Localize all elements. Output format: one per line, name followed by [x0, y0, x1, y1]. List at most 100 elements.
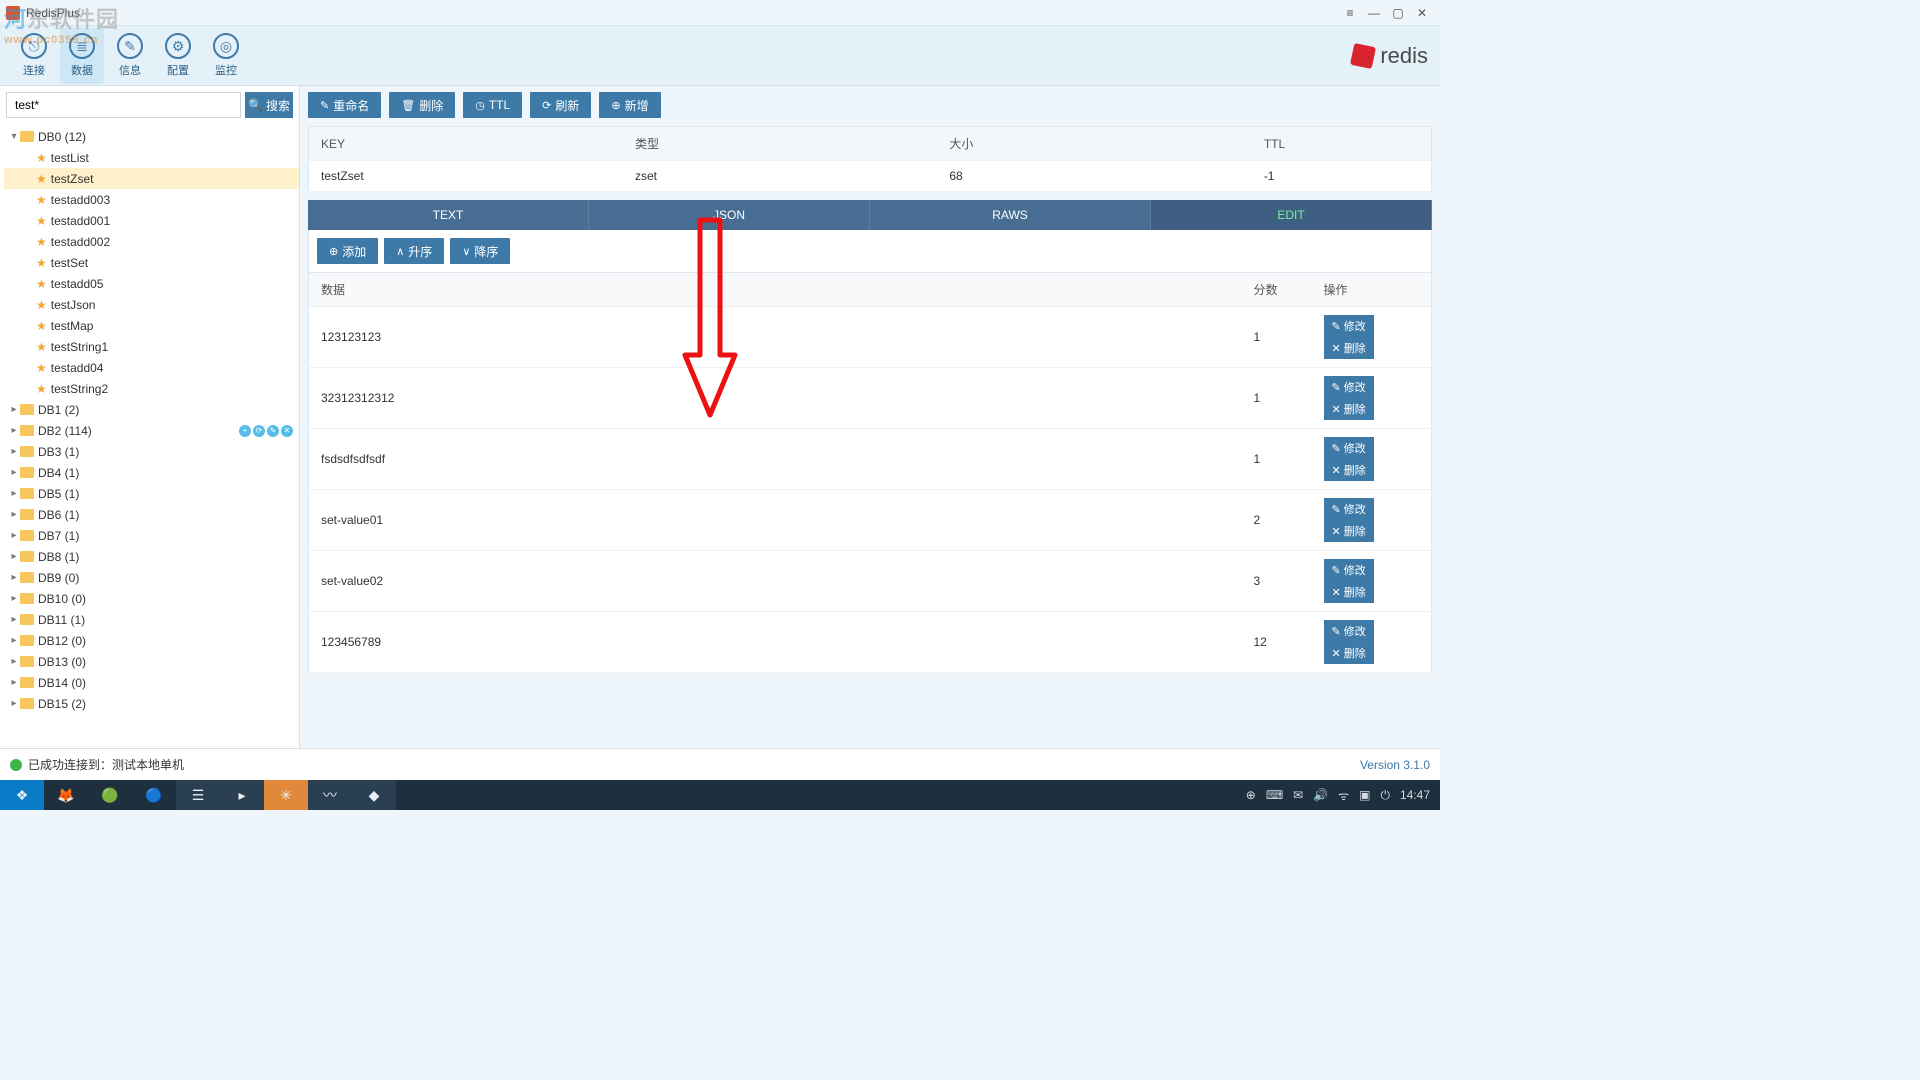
row-modify-button[interactable]: ✎ 修改 [1324, 437, 1374, 459]
database-icon: ≣ [69, 33, 95, 59]
tree-key-testadd04[interactable]: ★testadd04 [4, 357, 299, 378]
tree-key-testList[interactable]: ★testList [4, 147, 299, 168]
taskbar-app2[interactable]: 🔵 [132, 780, 176, 810]
cell-data: 123123123 [309, 307, 1242, 368]
maximize-button[interactable]: ▢ [1386, 3, 1410, 23]
tree-key-testadd003[interactable]: ★testadd003 [4, 189, 299, 210]
tree-DB4[interactable]: ▸DB4 (1) [4, 462, 299, 483]
table-row: fsdsdfsdfsdf1✎ 修改✕ 删除 [309, 429, 1432, 490]
row-delete-button[interactable]: ✕ 删除 [1324, 459, 1374, 481]
tree-DB10[interactable]: ▸DB10 (0) [4, 588, 299, 609]
tree-DB13[interactable]: ▸DB13 (0) [4, 651, 299, 672]
tray-clock[interactable]: 14:47 [1400, 788, 1430, 802]
toolbar-connect[interactable]: ⎋ 连接 [12, 28, 56, 84]
taskbar-app4[interactable]: ✳ [264, 780, 308, 810]
row-delete-button[interactable]: ✕ 删除 [1324, 581, 1374, 603]
tab-edit[interactable]: EDIT [1151, 200, 1432, 230]
taskbar-app3[interactable]: ☰ [176, 780, 220, 810]
tree-key-testMap[interactable]: ★testMap [4, 315, 299, 336]
cell-data: set-value01 [309, 490, 1242, 551]
tray-icon[interactable]: ⊕ [1246, 788, 1256, 802]
row-delete-button[interactable]: ✕ 删除 [1324, 398, 1374, 420]
data-table: 数据 分数 操作 1231231231✎ 修改✕ 删除323123123121✎… [308, 273, 1432, 673]
taskbar-redisplus[interactable]: ◆ [352, 780, 396, 810]
tray-battery-icon[interactable]: ▣ [1359, 788, 1370, 802]
system-tray: ⊕ ⌨ ✉ 🔊 ᯤ ▣ ⏻ 14:47 [1246, 787, 1440, 804]
table-row: set-value023✎ 修改✕ 删除 [309, 551, 1432, 612]
toolbar-monitor[interactable]: ◎ 监控 [204, 28, 248, 84]
col-ops: 操作 [1312, 273, 1432, 307]
delete-button[interactable]: 🗑删除 [389, 92, 455, 118]
row-modify-button[interactable]: ✎ 修改 [1324, 315, 1374, 337]
sort-desc-button[interactable]: ∨降序 [450, 238, 510, 264]
rename-button[interactable]: ✎重命名 [308, 92, 381, 118]
col-score: 分数 [1242, 273, 1312, 307]
search-input[interactable] [6, 92, 241, 118]
tree-DB14[interactable]: ▸DB14 (0) [4, 672, 299, 693]
database-tree[interactable]: ▾DB0 (12)★testList★testZset★testadd003★t… [0, 124, 299, 748]
start-button[interactable]: ❖ [0, 780, 44, 810]
value-key: testZset [309, 161, 623, 192]
menu-icon[interactable]: ≡ [1338, 3, 1362, 23]
search-button[interactable]: 🔍 搜索 [245, 92, 293, 118]
tree-key-testSet[interactable]: ★testSet [4, 252, 299, 273]
tree-db0[interactable]: ▾DB0 (12) [4, 126, 299, 147]
tree-key-testString2[interactable]: ★testString2 [4, 378, 299, 399]
taskbar-firefox[interactable]: 🦊 [44, 780, 88, 810]
status-text: 已成功连接到：测试本地单机 [28, 756, 184, 773]
sidebar: 🔍 搜索 ▾DB0 (12)★testList★testZset★testadd… [0, 86, 300, 748]
tree-DB15[interactable]: ▸DB15 (2) [4, 693, 299, 714]
cell-score: 1 [1242, 368, 1312, 429]
tab-text[interactable]: TEXT [308, 200, 589, 230]
row-modify-button[interactable]: ✎ 修改 [1324, 559, 1374, 581]
status-ok-icon [10, 759, 22, 771]
tree-DB6[interactable]: ▸DB6 (1) [4, 504, 299, 525]
minimize-button[interactable]: — [1362, 3, 1386, 23]
ttl-button[interactable]: ◷TTL [463, 92, 522, 118]
add-button[interactable]: ⊕添加 [317, 238, 378, 264]
row-delete-button[interactable]: ✕ 删除 [1324, 520, 1374, 542]
tree-DB7[interactable]: ▸DB7 (1) [4, 525, 299, 546]
refresh-button[interactable]: ⟳刷新 [530, 92, 591, 118]
tree-key-testadd05[interactable]: ★testadd05 [4, 273, 299, 294]
taskbar-terminal[interactable]: ▸ [220, 780, 264, 810]
row-modify-button[interactable]: ✎ 修改 [1324, 620, 1374, 642]
taskbar-monitor[interactable]: 〰 [308, 780, 352, 810]
row-modify-button[interactable]: ✎ 修改 [1324, 498, 1374, 520]
toolbar-info[interactable]: ✎ 信息 [108, 28, 152, 84]
row-delete-button[interactable]: ✕ 删除 [1324, 642, 1374, 664]
chevron-down-icon: ∨ [462, 245, 470, 258]
tree-DB3[interactable]: ▸DB3 (1) [4, 441, 299, 462]
plus-icon: ⊕ [611, 99, 620, 112]
tray-wifi-icon[interactable]: ᯤ [1338, 787, 1349, 804]
tree-DB8[interactable]: ▸DB8 (1) [4, 546, 299, 567]
tree-key-testJson[interactable]: ★testJson [4, 294, 299, 315]
row-delete-button[interactable]: ✕ 删除 [1324, 337, 1374, 359]
tray-chat-icon[interactable]: ✉ [1293, 788, 1303, 802]
tray-keyboard-icon[interactable]: ⌨ [1266, 788, 1283, 802]
tree-DB12[interactable]: ▸DB12 (0) [4, 630, 299, 651]
tree-DB1[interactable]: ▸DB1 (2) [4, 399, 299, 420]
tree-DB5[interactable]: ▸DB5 (1) [4, 483, 299, 504]
tree-DB11[interactable]: ▸DB11 (1) [4, 609, 299, 630]
tree-key-testadd001[interactable]: ★testadd001 [4, 210, 299, 231]
tab-raws[interactable]: RAWS [870, 200, 1151, 230]
sort-asc-button[interactable]: ∧升序 [384, 238, 444, 264]
clock-icon: ◷ [475, 99, 485, 112]
tab-json[interactable]: JSON [589, 200, 870, 230]
edit-toolbar: ⊕添加 ∧升序 ∨降序 [308, 230, 1432, 273]
tree-key-testString1[interactable]: ★testString1 [4, 336, 299, 357]
toolbar-data[interactable]: ≣ 数据 [60, 28, 104, 84]
close-button[interactable]: ✕ [1410, 3, 1434, 23]
tree-key-testadd002[interactable]: ★testadd002 [4, 231, 299, 252]
tree-DB2[interactable]: ▸DB2 (114)+⟳✎✕ [4, 420, 299, 441]
row-modify-button[interactable]: ✎ 修改 [1324, 376, 1374, 398]
taskbar-app1[interactable]: 🟢 [88, 780, 132, 810]
toolbar-config[interactable]: ⚙ 配置 [156, 28, 200, 84]
tree-key-testZset[interactable]: ★testZset [4, 168, 299, 189]
tree-DB9[interactable]: ▸DB9 (0) [4, 567, 299, 588]
tray-volume-icon[interactable]: 🔊 [1313, 788, 1328, 802]
new-button[interactable]: ⊕新增 [599, 92, 660, 118]
tray-power-icon[interactable]: ⏻ [1380, 788, 1390, 803]
value-ttl: -1 [1252, 161, 1432, 192]
